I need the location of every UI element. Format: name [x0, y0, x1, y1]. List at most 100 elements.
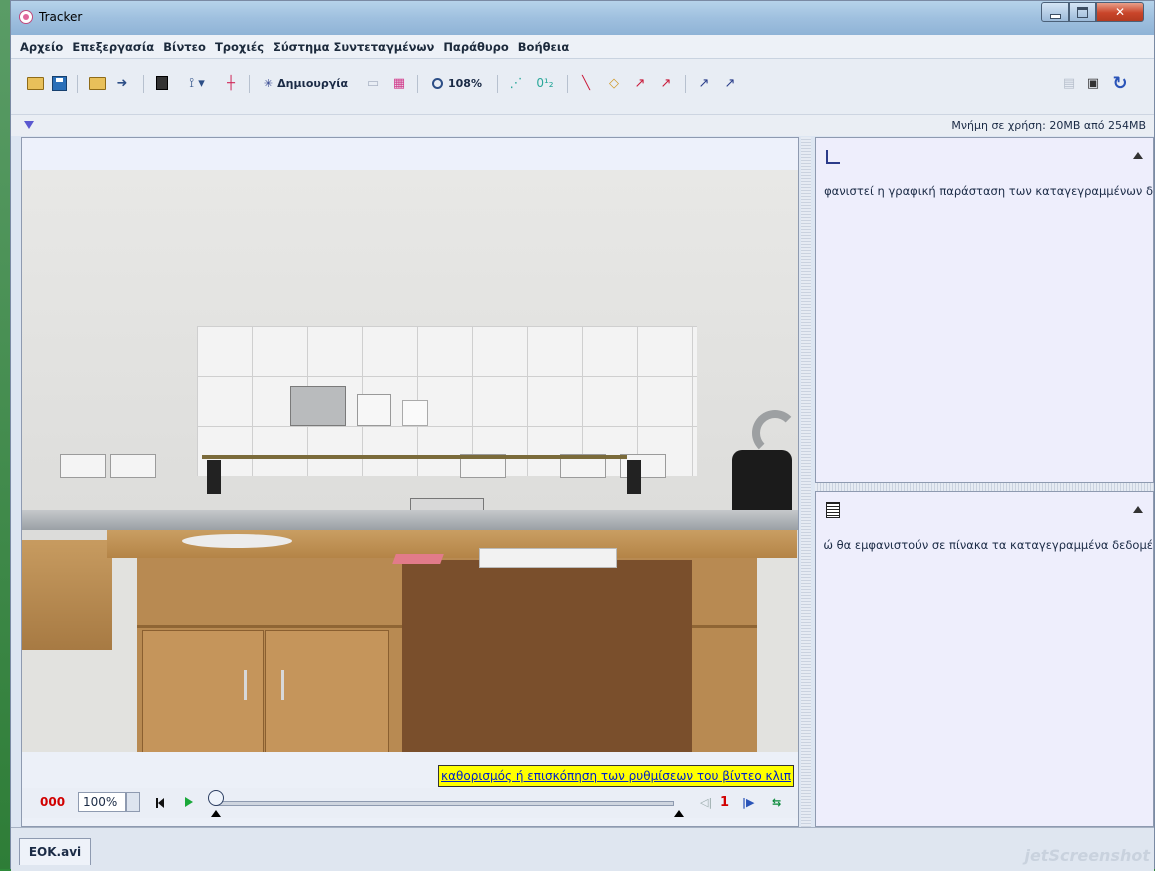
zoom-button[interactable]: 108%: [425, 72, 489, 94]
path-line-icon: ╲: [582, 75, 590, 91]
filter-button[interactable]: ▦: [389, 72, 409, 94]
import-arrow-icon: ➜: [116, 75, 128, 91]
zoom-label: 108%: [448, 76, 482, 90]
tab-strip: EOK.avi jetScreenshot: [11, 827, 1154, 871]
axes-button[interactable]: ┼: [221, 72, 241, 94]
end-frame-marker-icon[interactable]: [674, 810, 684, 817]
folder-open-icon: [26, 76, 44, 90]
open-button[interactable]: [25, 72, 45, 94]
notes-button[interactable]: ▤: [1059, 72, 1079, 94]
menu-edit[interactable]: Επεξεργασία: [69, 40, 160, 54]
labels-icon: 0¹₂: [536, 76, 554, 90]
graph-panel-header: [816, 138, 1153, 174]
properties-button[interactable]: ▣: [1083, 72, 1103, 94]
velocity-arrow-icon: ↗: [634, 75, 646, 91]
points-button[interactable]: ◇: [603, 72, 625, 94]
start-frame-marker-icon[interactable]: [211, 810, 221, 817]
clip-settings-hint[interactable]: καθορισμός ή επισκόπηση των ρυθμίσεων το…: [438, 765, 794, 787]
toolbar-separator: [249, 75, 250, 93]
loop-icon[interactable]: ⇆: [772, 796, 781, 809]
acceleration-button[interactable]: ↗: [655, 72, 677, 94]
save-button[interactable]: [49, 72, 69, 94]
clip-settings-button[interactable]: [153, 72, 171, 94]
labels-button[interactable]: 0¹₂: [533, 72, 557, 94]
graph-panel: φανιστεί η γραφική παράσταση των καταγεγ…: [815, 137, 1154, 483]
menu-help[interactable]: Βοήθεια: [515, 40, 576, 54]
toolbar-separator: [143, 75, 144, 93]
table-icon[interactable]: [826, 502, 840, 518]
notes-icon: ▤: [1062, 75, 1076, 91]
status-bar: Μνήμη σε χρήση: 20MB από 254MB: [11, 114, 1154, 136]
player-bar: 000 100% ◁| 1 |▶ ⇆: [22, 788, 798, 818]
import-button[interactable]: ➜: [111, 72, 133, 94]
go-to-start-icon[interactable]: [156, 798, 164, 808]
scene-red-note: [392, 554, 444, 564]
create-button[interactable]: ✳ Δημιουργία: [257, 72, 355, 94]
collapse-up-icon[interactable]: [1133, 152, 1143, 159]
toolbar-separator: [685, 75, 686, 93]
title-bar[interactable]: Tracker ✕: [11, 1, 1154, 35]
video-frame[interactable]: [22, 170, 798, 752]
vertical-splitter[interactable]: [801, 137, 811, 827]
tab-video-file[interactable]: EOK.avi: [19, 838, 91, 865]
scene-switch: [357, 394, 391, 426]
menu-coordinate-system[interactable]: Σύστημα Συντεταγμένων: [270, 40, 440, 54]
table-panel: ώ θα εμφανιστούν σε πίνακα τα καταγεγραμ…: [815, 491, 1154, 827]
expand-triangle-icon[interactable]: [24, 121, 34, 129]
scene-switch-small: [402, 400, 428, 426]
axes-icon: ┼: [227, 75, 235, 91]
scene-cabinet-dark: [402, 560, 692, 752]
toolbar-separator: [567, 75, 568, 93]
create-label: Δημιουργία: [277, 76, 349, 90]
points-icon: ◇: [609, 75, 619, 91]
ruler-icon: ▭: [366, 75, 380, 91]
toolbar-separator: [417, 75, 418, 93]
center-of-mass-button[interactable]: ↗: [719, 72, 741, 94]
frame-counter[interactable]: 000: [40, 795, 65, 809]
vector-sum-button[interactable]: ↗: [693, 72, 715, 94]
velocity-button[interactable]: ↗: [629, 72, 651, 94]
table-panel-message: ώ θα εμφανιστούν σε πίνακα τα καταγεγραμ…: [823, 538, 1153, 552]
step-back-icon[interactable]: ◁|: [700, 796, 712, 809]
ruler-button[interactable]: ▭: [363, 72, 383, 94]
window-title: Tracker: [39, 10, 83, 24]
collapse-up-icon[interactable]: [1133, 506, 1143, 513]
open-video-button[interactable]: [87, 72, 107, 94]
scene-paper: [479, 548, 617, 568]
step-forward-icon[interactable]: |▶: [742, 796, 754, 809]
film-icon: [156, 76, 168, 90]
close-button[interactable]: ✕: [1096, 2, 1144, 22]
frame-slider[interactable]: [216, 801, 674, 806]
play-icon[interactable]: [185, 797, 193, 807]
calibration-tool-icon: ⟟ ▾: [189, 75, 205, 91]
menu-file[interactable]: Αρχείο: [17, 40, 69, 54]
scene-handle: [281, 670, 284, 700]
calibration-button[interactable]: ⟟ ▾: [179, 72, 215, 94]
scene-socket: [60, 454, 106, 478]
maximize-button[interactable]: [1069, 2, 1096, 22]
menu-video[interactable]: Βίντεο: [160, 40, 212, 54]
horizontal-splitter[interactable]: [815, 483, 1154, 491]
table-panel-header: [816, 492, 1153, 528]
menu-tracks[interactable]: Τροχιές: [212, 40, 270, 54]
refresh-icon: ↻: [1112, 72, 1128, 94]
rate-spinner[interactable]: [126, 792, 140, 812]
graph-axes-icon[interactable]: [826, 150, 840, 164]
vector-sum-icon: ↗: [698, 75, 710, 91]
slider-thumb[interactable]: [208, 790, 224, 806]
filter-grid-icon: ▦: [392, 75, 406, 91]
minimize-button[interactable]: [1041, 2, 1069, 22]
trail-button[interactable]: ⋰: [505, 72, 527, 94]
step-size[interactable]: 1: [720, 795, 729, 810]
toolbar-separator: [497, 75, 498, 93]
menu-window[interactable]: Παράθυρο: [440, 40, 514, 54]
refresh-button[interactable]: ↻: [1109, 72, 1131, 94]
center-of-mass-icon: ↗: [724, 75, 736, 91]
tracker-window: Tracker ✕ Αρχείο Επεξεργασία Βίντεο Τροχ…: [10, 0, 1155, 871]
properties-icon: ▣: [1086, 75, 1100, 91]
rate-field[interactable]: 100%: [78, 792, 126, 812]
scene-air-blower: [732, 450, 792, 516]
scene-stand-left: [207, 460, 221, 494]
tracker-app-icon: [19, 10, 33, 24]
path-button[interactable]: ╲: [575, 72, 597, 94]
